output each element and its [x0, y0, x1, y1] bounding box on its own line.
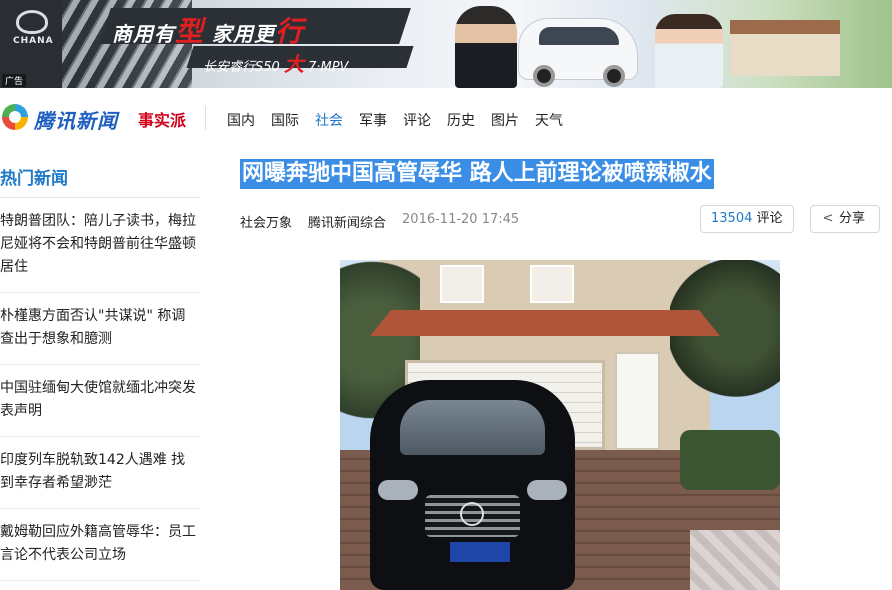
nav-divider: [205, 106, 206, 130]
nav-link-commentary[interactable]: 评论: [403, 110, 431, 130]
article-time: 2016-11-20 17:45: [402, 212, 520, 227]
photo-window: [440, 265, 484, 303]
ad-car-wheel: [533, 65, 555, 87]
nav-link-society[interactable]: 社会: [315, 110, 343, 130]
ad-banner[interactable]: CHANA 商用有型 家用更行 长安睿行S50 大 7·MPV 广告: [0, 0, 892, 88]
comment-count: 13504: [711, 211, 753, 226]
ad-model-name: 长安睿行S50: [203, 60, 284, 75]
nav-link-military[interactable]: 军事: [359, 110, 387, 130]
photo-black-car: [370, 380, 575, 590]
site-name[interactable]: 腾讯新闻: [34, 105, 118, 134]
mercedes-star-icon: [460, 502, 484, 526]
photo-hedge: [680, 430, 780, 490]
article-photo: [340, 260, 780, 590]
article-category[interactable]: 社会万象: [240, 212, 292, 231]
ad-slogan-part: 家用更: [204, 22, 275, 46]
hot-news-item[interactable]: 印度列车脱轨致142人遇难 找到幸存者希望渺茫: [0, 437, 200, 509]
ad-model-text: 长安睿行S50 大 7·MPV: [203, 48, 348, 77]
photo-car-headlight: [527, 480, 567, 500]
ad-spokesperson-image: [455, 6, 517, 88]
hot-news-title: 热门新闻: [0, 150, 200, 198]
ad-model-highlight: 大: [283, 52, 304, 76]
site-nav: 腾讯新闻 事实派 国内 国际 社会 军事 评论 历史 图片 天气: [0, 88, 892, 150]
article-meta: 社会万象 腾讯新闻综合 2016-11-20 17:45: [240, 212, 519, 231]
share-icon: <: [822, 211, 834, 226]
nav-link-history[interactable]: 历史: [447, 110, 475, 130]
ad-model-type: 7·MPV: [303, 60, 349, 75]
ad-label: 广告: [2, 74, 27, 87]
nav-link-photos[interactable]: 图片: [491, 110, 519, 130]
photo-car-windshield: [400, 400, 545, 455]
ad-slogan: 商用有型 家用更行: [112, 10, 304, 50]
hot-news-item[interactable]: 戴姆勒回应外籍高管辱华：员工言论不代表公司立场: [0, 509, 200, 581]
nav-link-weather[interactable]: 天气: [535, 110, 563, 130]
share-label: 分享: [839, 211, 866, 226]
hot-news-item[interactable]: 特朗普团队：陪儿子读书，梅拉尼娅将不会和特朗普前往华盛顿居住: [0, 198, 200, 293]
nav-link-international[interactable]: 国际: [271, 110, 299, 130]
ad-mpv-image: [518, 18, 638, 87]
ad-brand-name: CHANA: [13, 36, 54, 46]
ad-car-window: [539, 27, 619, 45]
photo-window: [530, 265, 574, 303]
ad-slogan-highlight: 行: [274, 15, 304, 48]
nav-link-domestic[interactable]: 国内: [227, 110, 255, 130]
article-headline: 网曝奔驰中国高管辱华 路人上前理论被喷辣椒水: [240, 159, 714, 189]
ad-family-image: [655, 14, 723, 88]
photo-roof: [370, 310, 720, 336]
ad-car-wheel: [603, 65, 625, 87]
article-source: 腾讯新闻综合: [308, 216, 387, 231]
sub-brand[interactable]: 事实派: [138, 107, 186, 131]
comment-label: 评论: [756, 211, 783, 226]
ad-slogan-highlight: 型: [175, 15, 205, 48]
nav-links: 国内 国际 社会 军事 评论 历史 图片 天气: [227, 110, 563, 130]
photo-front-door: [615, 352, 660, 450]
ad-slogan-part: 商用有: [112, 22, 175, 46]
photo-watermark-blur: [690, 530, 780, 590]
photo-car-headlight: [378, 480, 418, 500]
ad-house-image: [730, 20, 840, 76]
hot-news-item[interactable]: 中国驻缅甸大使馆就缅北冲突发表声明: [0, 365, 200, 437]
comment-count-button[interactable]: 13504 评论: [700, 205, 794, 233]
hot-news-sidebar: 热门新闻 特朗普团队：陪儿子读书，梅拉尼娅将不会和特朗普前往华盛顿居住 朴槿惠方…: [0, 150, 200, 581]
tencent-news-logo-icon[interactable]: [2, 104, 28, 130]
share-button[interactable]: < 分享: [810, 205, 880, 233]
hot-news-item[interactable]: 朴槿惠方面否认"共谋说" 称调查出于想象和臆测: [0, 293, 200, 365]
photo-car-plate: [450, 542, 510, 562]
changan-logo-icon: [16, 10, 48, 34]
